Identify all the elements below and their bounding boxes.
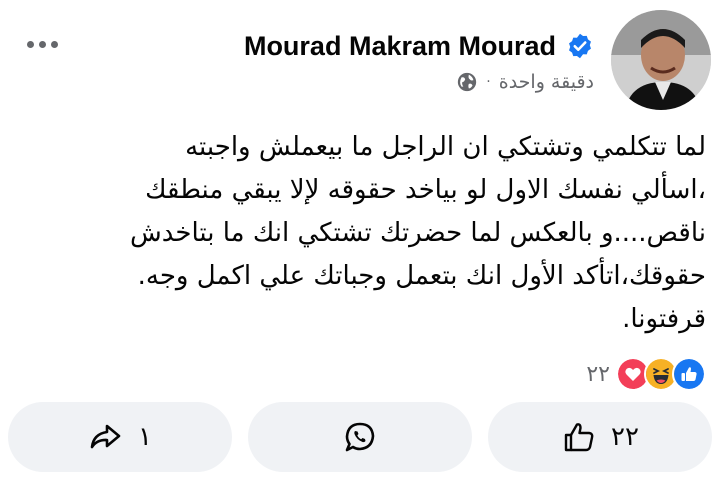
post-text-line: قرفتونا. bbox=[622, 304, 706, 334]
author-name[interactable]: Mourad Makram Mourad bbox=[244, 31, 556, 62]
post-meta: · دقيقة واحدة bbox=[456, 68, 594, 96]
post-text-line: حقوقك،اتأكد الأول انك بتعمل وجباتك علي ا… bbox=[137, 261, 706, 291]
more-dot bbox=[26, 40, 34, 48]
reaction-icons bbox=[616, 357, 706, 391]
post-text-line: لما تتكلمي وتشتكي ان الراجل ما بيعملش وا… bbox=[185, 132, 706, 162]
post-text-line: ناقص....و بالعكس لما حضرتك تشتكي انك ما … bbox=[129, 218, 706, 248]
share-button[interactable]: ١ bbox=[8, 402, 232, 472]
meta-separator: · bbox=[486, 74, 491, 90]
thumbs-up-icon bbox=[564, 423, 594, 452]
post-action-bar: ١ ٢٢ bbox=[8, 402, 712, 472]
share-count: ١ bbox=[138, 422, 152, 452]
like-reaction-icon bbox=[672, 357, 706, 391]
post-header: Mourad Makram Mourad bbox=[244, 28, 594, 64]
whatsapp-share-button[interactable] bbox=[248, 402, 472, 472]
more-dot bbox=[38, 40, 46, 48]
post-text-line: ،اسألي نفسك الاول لو بياخد حقوقه لإلا يب… bbox=[145, 175, 706, 205]
verified-badge-icon bbox=[569, 33, 591, 59]
reactions-count: ٢٢ bbox=[586, 361, 610, 387]
more-dot bbox=[50, 40, 58, 48]
globe-icon bbox=[458, 72, 477, 92]
whatsapp-icon bbox=[345, 422, 375, 452]
reactions-summary[interactable]: ٢٢ bbox=[586, 356, 706, 392]
like-count: ٢٢ bbox=[611, 422, 639, 452]
more-options-icon[interactable] bbox=[22, 34, 62, 54]
post-timestamp[interactable]: دقيقة واحدة bbox=[499, 71, 594, 93]
avatar-photo bbox=[611, 10, 711, 110]
share-icon bbox=[90, 424, 121, 449]
like-button[interactable]: ٢٢ bbox=[488, 402, 712, 472]
post-text: لما تتكلمي وتشتكي ان الراجل ما بيعملش وا… bbox=[16, 126, 706, 341]
avatar[interactable] bbox=[611, 10, 711, 110]
